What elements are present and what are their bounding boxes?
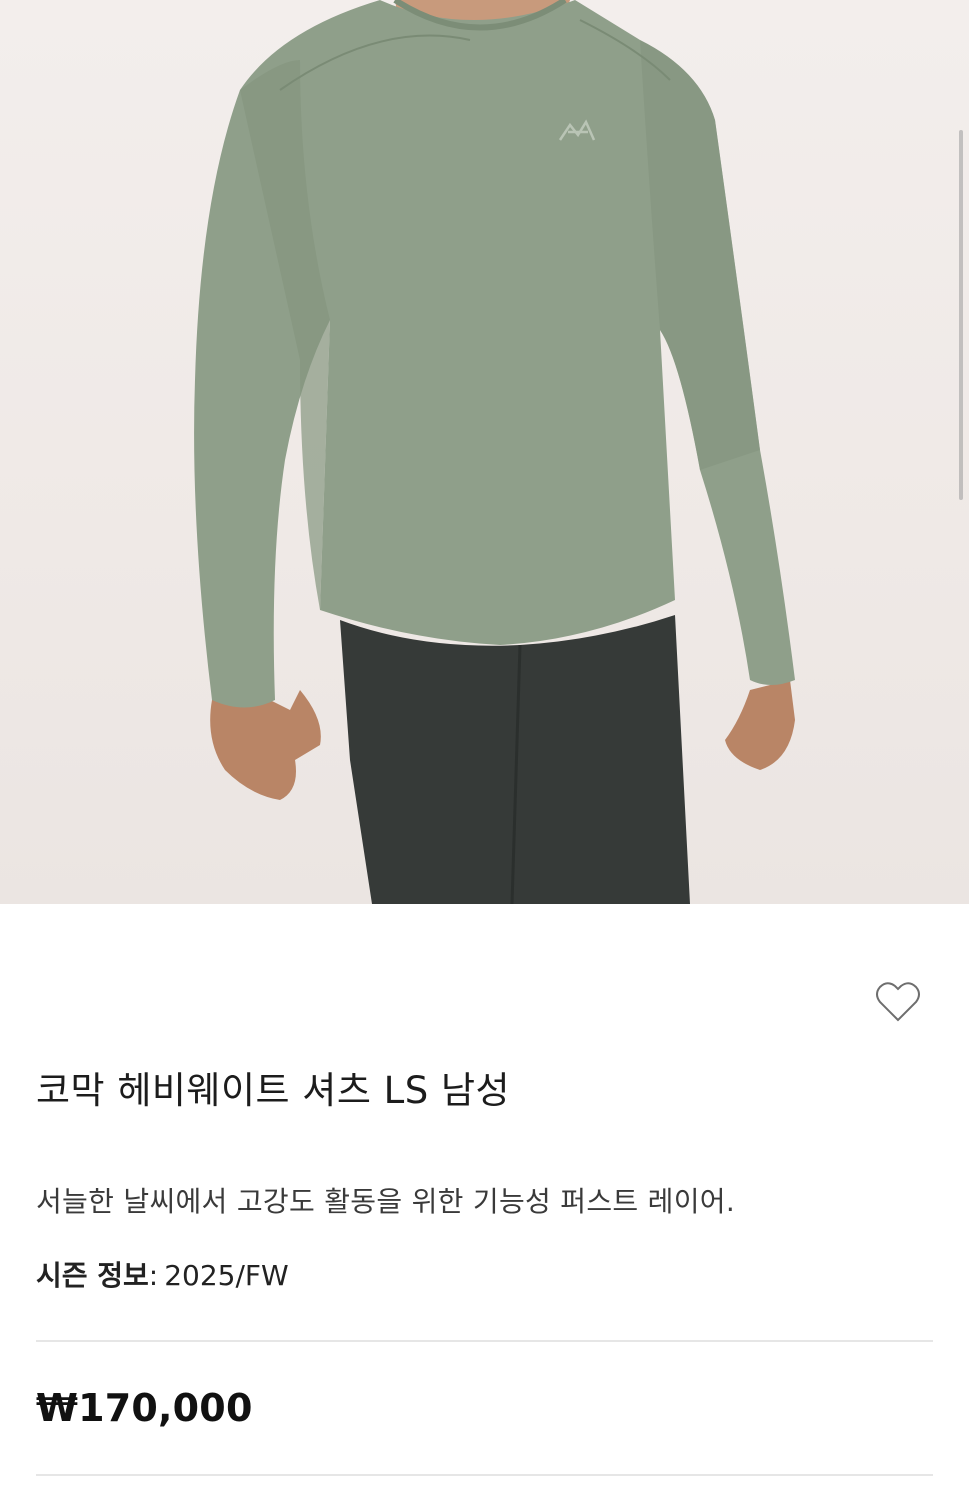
season-label: 시즌 정보 xyxy=(36,1259,149,1292)
product-price: ₩170,000 xyxy=(36,1386,253,1430)
right-hand xyxy=(725,680,795,770)
wishlist-button[interactable] xyxy=(872,978,924,1026)
product-title: 코막 헤비웨이트 셔츠 LS 남성 xyxy=(36,1069,511,1112)
product-photo-illustration xyxy=(194,0,795,904)
divider-top xyxy=(36,1340,933,1342)
season-separator: : xyxy=(148,1259,159,1292)
heart-outline-icon xyxy=(876,982,920,1022)
divider-bottom xyxy=(36,1474,933,1476)
product-description: 서늘한 날씨에서 고강도 활동을 위한 기능성 퍼스트 레이어. xyxy=(36,1185,736,1218)
scrollbar[interactable] xyxy=(959,130,963,500)
season-value: 2025/FW xyxy=(164,1259,289,1292)
left-hand xyxy=(210,690,321,800)
product-image[interactable] xyxy=(0,0,969,904)
season-info: 시즌 정보: 2025/FW xyxy=(36,1254,289,1294)
